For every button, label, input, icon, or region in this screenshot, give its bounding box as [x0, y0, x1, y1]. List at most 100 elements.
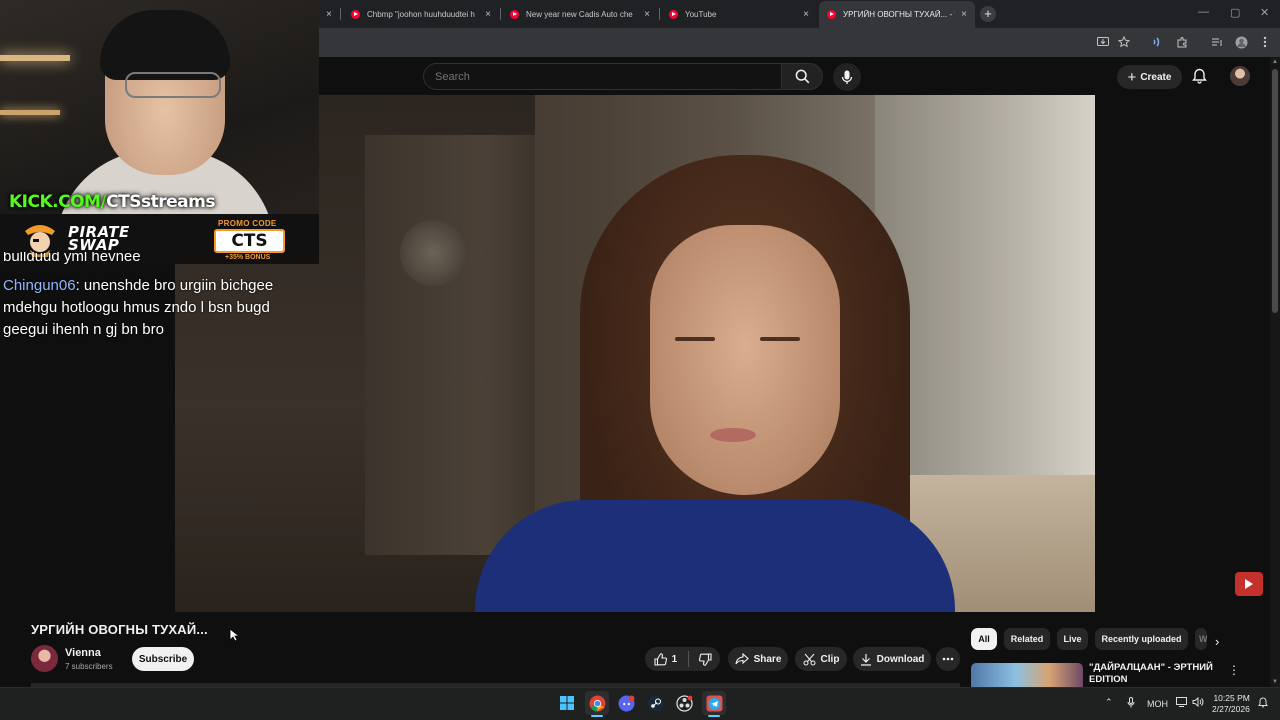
- chip-related[interactable]: Related: [1004, 628, 1050, 650]
- chip-all[interactable]: All: [971, 628, 997, 650]
- extensions-puzzle-icon[interactable]: [1175, 35, 1189, 49]
- youtube-favicon-icon: [827, 10, 836, 19]
- telegram-icon[interactable]: [702, 691, 726, 715]
- promo-bonus-text: +35% BONUS: [225, 254, 271, 261]
- install-app-icon[interactable]: [1096, 35, 1110, 49]
- more-horizontal-icon: [942, 657, 954, 661]
- search-icon: [795, 69, 809, 84]
- chat-message: Chingun06: unenshde bro urgiin bichgee m…: [3, 275, 301, 341]
- media-controls-icon[interactable]: [1210, 35, 1224, 49]
- plus-icon: +: [1127, 68, 1137, 86]
- youtube-favicon-icon: [351, 9, 360, 19]
- profile-avatar-icon[interactable]: [1234, 35, 1248, 49]
- tray-network-icon[interactable]: [1176, 697, 1187, 709]
- extension-audio-icon[interactable]: [1150, 35, 1164, 49]
- browser-menu-icon[interactable]: [1258, 35, 1272, 49]
- tray-microphone-icon[interactable]: [1127, 697, 1135, 710]
- close-icon[interactable]: ×: [644, 9, 650, 20]
- video-title: УРГИЙН ОВОГНЫ ТУХАЙ...: [31, 622, 208, 637]
- page-scrollbar[interactable]: ▲ ▼: [1270, 57, 1280, 687]
- windows-start-icon[interactable]: [555, 691, 579, 715]
- clock-date: 2/27/2026: [1212, 704, 1250, 714]
- recommended-video-title[interactable]: "ДАЙРАЛЦААН" - ЭРТНИЙ EDITION: [1089, 662, 1219, 686]
- tray-overflow-chevron-icon[interactable]: ⌃: [1105, 697, 1113, 708]
- promo-code-label: PROMO CODE: [218, 219, 277, 228]
- subscribe-button[interactable]: Subscribe: [132, 647, 194, 671]
- tab-close-button[interactable]: ×: [322, 3, 340, 25]
- create-button[interactable]: + Create: [1117, 65, 1182, 89]
- more-vertical-icon[interactable]: ⋮: [1228, 663, 1240, 677]
- maximize-icon[interactable]: ▢: [1230, 6, 1240, 19]
- steam-icon[interactable]: [643, 691, 667, 715]
- youtube-subscribe-watermark-icon[interactable]: [1235, 572, 1263, 596]
- notification-center-icon[interactable]: [1258, 697, 1268, 710]
- promo-code-value: CTS: [214, 229, 285, 253]
- close-icon[interactable]: ×: [961, 9, 967, 20]
- chip-recently-uploaded[interactable]: Recently uploaded: [1095, 628, 1188, 650]
- taskbar-clock[interactable]: 10:25 PM 2/27/2026: [1212, 693, 1250, 715]
- scrollbar-thumb[interactable]: [1272, 69, 1278, 313]
- scroll-down-icon[interactable]: ▼: [1271, 679, 1279, 685]
- scroll-up-icon[interactable]: ▲: [1271, 59, 1279, 65]
- tray-language[interactable]: МОН: [1147, 699, 1168, 709]
- obs-icon[interactable]: [672, 691, 696, 715]
- thumbs-up-icon: [654, 652, 667, 666]
- tray-volume-icon[interactable]: [1192, 696, 1204, 709]
- thumbs-down-icon: [698, 652, 712, 666]
- video-frame-door: [365, 135, 535, 555]
- channel-name[interactable]: Vienna: [65, 647, 101, 659]
- like-dislike-group: 1: [645, 647, 720, 671]
- webcam-light-strip: [0, 110, 60, 115]
- new-tab-button[interactable]: +: [980, 6, 996, 22]
- dislike-button[interactable]: [691, 652, 720, 666]
- minimize-icon[interactable]: —: [1198, 6, 1209, 18]
- microphone-icon: [841, 70, 853, 84]
- channel-avatar[interactable]: [31, 645, 58, 672]
- discord-icon[interactable]: [614, 691, 638, 715]
- notifications-bell-icon[interactable]: [1192, 68, 1207, 89]
- video-frame-eye-left: [675, 337, 715, 341]
- like-divider: [688, 651, 689, 667]
- tab-active-video[interactable]: УРГИЙН ОВОГНЫ ТУХАЙ... - Y ×: [819, 1, 975, 28]
- close-window-icon[interactable]: ✕: [1260, 6, 1269, 19]
- chat-previous-message: bullduud yml hevnee: [3, 252, 141, 264]
- download-button[interactable]: Download: [853, 647, 931, 671]
- chat-username: Chingun06: [3, 277, 76, 294]
- account-avatar[interactable]: [1230, 66, 1250, 86]
- kick-channel-banner: KICK.COM/CTSstreams: [9, 192, 215, 212]
- tab-chbmp[interactable]: Chbmp "joohon huuhduudtei h ×: [343, 3, 499, 25]
- video-frame-person-shirt: [475, 500, 955, 612]
- share-button[interactable]: Share: [728, 647, 788, 671]
- clip-button[interactable]: Clip: [795, 647, 847, 671]
- webcam-light-strip: [0, 55, 70, 61]
- tab-youtube[interactable]: YouTube ×: [661, 3, 817, 25]
- recommended-video-thumbnail[interactable]: [971, 663, 1083, 687]
- video-frame-mouth: [710, 428, 756, 442]
- like-button[interactable]: 1: [645, 652, 686, 666]
- chevron-right-icon[interactable]: ›: [1215, 634, 1219, 649]
- search-input[interactable]: [424, 64, 781, 89]
- bookmark-star-icon[interactable]: [1117, 35, 1131, 49]
- search-button[interactable]: [781, 63, 823, 90]
- close-icon[interactable]: ×: [485, 9, 491, 20]
- windows-taskbar: [0, 687, 1280, 720]
- webcam-streamer-glasses: [125, 72, 221, 98]
- sponsor-name: PIRATE SWAP: [68, 223, 130, 254]
- voice-search-button[interactable]: [833, 63, 861, 91]
- chrome-icon[interactable]: [585, 691, 609, 715]
- mouse-pointer-icon: [229, 628, 239, 642]
- youtube-favicon-icon: [669, 9, 678, 19]
- active-app-indicator: [591, 715, 603, 717]
- chip-partial[interactable]: W: [1195, 628, 1207, 650]
- like-count: 1: [671, 653, 678, 665]
- video-frame-person-face: [650, 225, 840, 495]
- video-frame-eye-right: [760, 337, 800, 341]
- search-box[interactable]: [423, 63, 782, 90]
- screen: × Chbmp "joohon huuhduudtei h × New year…: [0, 0, 1280, 720]
- tab-new-year[interactable]: New year new Cadis Auto che ×: [502, 3, 658, 25]
- subscriber-count: 7 subscribers: [65, 662, 113, 671]
- chip-live[interactable]: Live: [1057, 628, 1088, 650]
- tab-separator: [500, 8, 501, 20]
- close-icon[interactable]: ×: [803, 9, 809, 20]
- more-actions-button[interactable]: [936, 647, 960, 671]
